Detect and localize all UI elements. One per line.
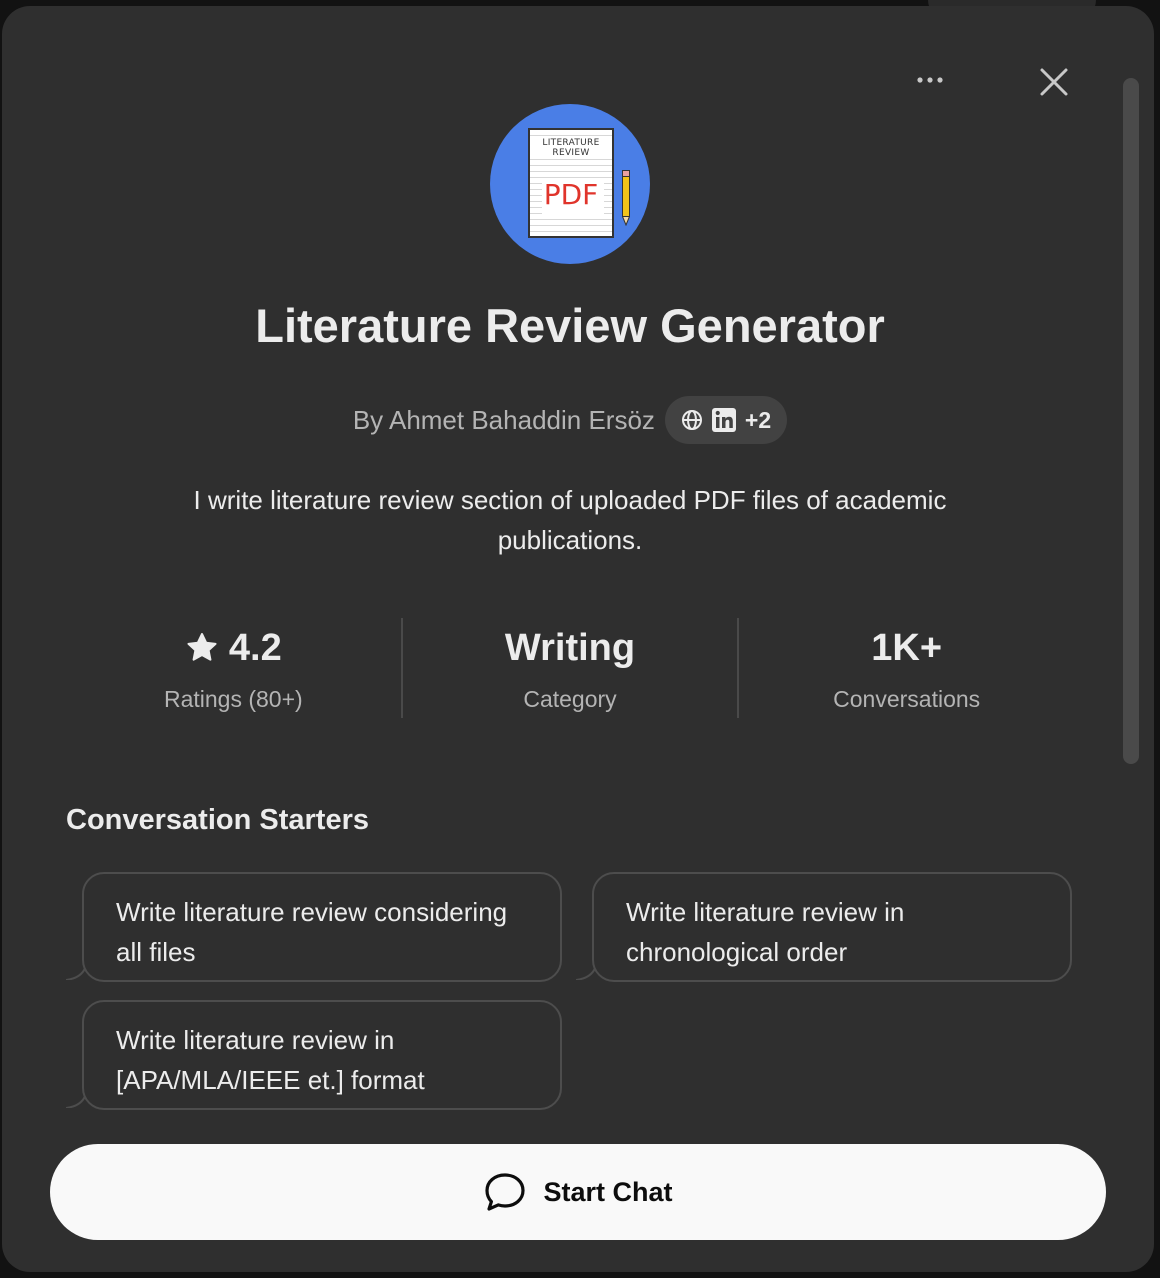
conversation-starters-heading: Conversation Starters bbox=[66, 804, 369, 836]
close-icon bbox=[1040, 68, 1068, 96]
conversations-value: 1K+ bbox=[871, 627, 943, 669]
linkedin-icon[interactable] bbox=[711, 407, 737, 433]
paper-title-line2: REVIEW bbox=[552, 148, 590, 158]
chat-bubble-icon bbox=[485, 1173, 526, 1211]
rating-value: 4.2 bbox=[228, 627, 282, 669]
conversation-starter-button[interactable]: Write literature review in [APA/MLA/IEEE… bbox=[82, 1000, 562, 1110]
category-label: Category bbox=[523, 686, 617, 712]
stat-conversations: 1K+ Conversations bbox=[737, 618, 1074, 718]
gpt-title: Literature Review Generator bbox=[255, 299, 885, 352]
pdf-badge: PDF bbox=[543, 178, 599, 211]
byline: By Ahmet Bahaddin Ersöz +2 bbox=[2, 396, 1138, 444]
document-icon: LITERATURE REVIEW PDF bbox=[528, 128, 614, 238]
category-value: Writing bbox=[504, 627, 636, 669]
conversation-starter-button[interactable]: Write literature review considering all … bbox=[82, 872, 562, 982]
social-links-pill[interactable]: +2 bbox=[664, 396, 788, 444]
extra-links-count: +2 bbox=[744, 406, 772, 433]
start-chat-button[interactable]: Start Chat bbox=[50, 1144, 1106, 1240]
author-name: By Ahmet Bahaddin Ersöz bbox=[352, 404, 655, 435]
more-horizontal-icon bbox=[917, 77, 943, 83]
conversation-starter-button[interactable]: Write literature review in chronological… bbox=[592, 872, 1072, 982]
more-options-button[interactable] bbox=[908, 58, 952, 102]
conversations-label: Conversations bbox=[833, 686, 981, 712]
start-chat-label: Start Chat bbox=[543, 1176, 673, 1207]
globe-icon[interactable] bbox=[681, 409, 703, 431]
star-icon bbox=[187, 633, 217, 661]
paper-title-line1: LITERATURE bbox=[542, 138, 600, 148]
stats-row: 4.2 Ratings (80+) Writing Category 1K+ C… bbox=[66, 618, 1074, 718]
close-button[interactable] bbox=[1032, 60, 1076, 104]
gpt-description: I write literature review section of upl… bbox=[193, 485, 947, 555]
rating-label: Ratings (80+) bbox=[163, 686, 303, 712]
stat-ratings: 4.2 Ratings (80+) bbox=[66, 618, 401, 718]
gpt-details-modal: LITERATURE REVIEW PDF Literature Review … bbox=[2, 6, 1154, 1272]
gpt-avatar: LITERATURE REVIEW PDF bbox=[490, 104, 650, 264]
stat-category: Writing Category bbox=[400, 618, 738, 718]
pencil-icon bbox=[622, 170, 630, 226]
